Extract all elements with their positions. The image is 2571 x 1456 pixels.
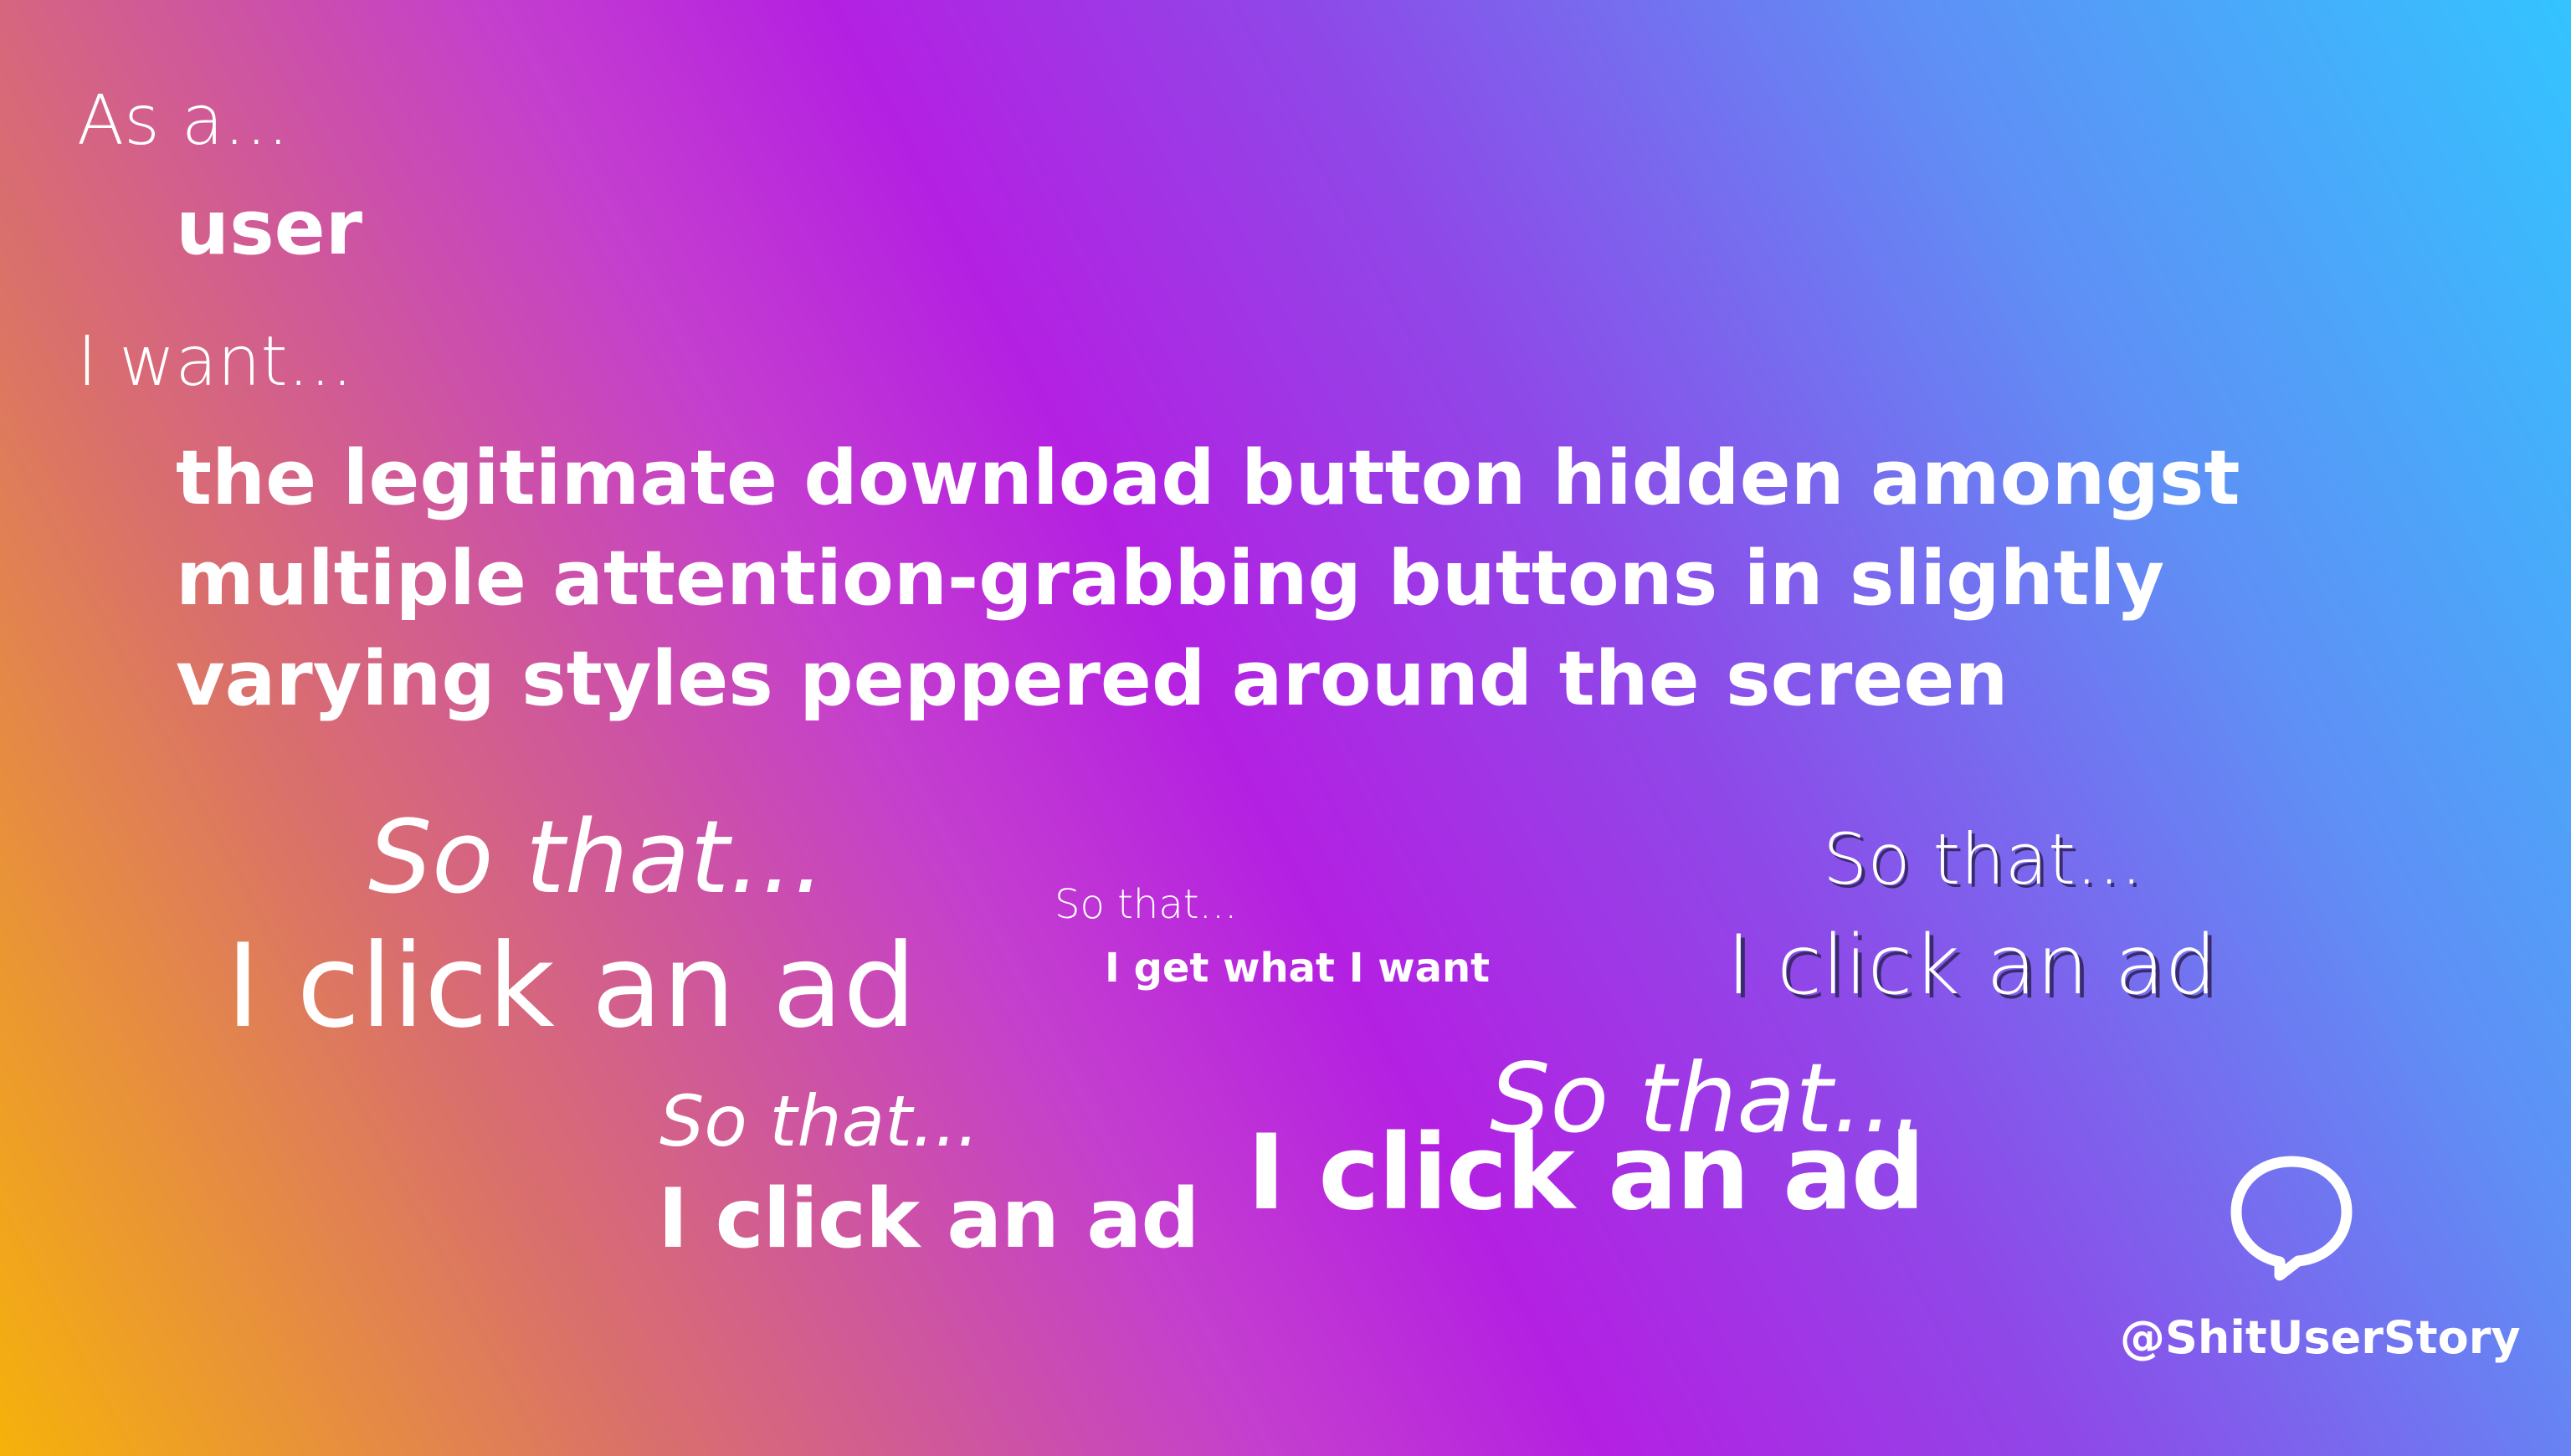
so-that-result: I click an ad: [226, 919, 916, 1054]
so-that-result: I get what I want: [1105, 945, 1491, 992]
so-that-label: So that...: [1055, 881, 1238, 928]
so-that-result: I click an ad: [658, 1171, 1200, 1267]
role-text: user: [176, 184, 363, 272]
want-text: the legitimate download button hidden am…: [176, 434, 2240, 723]
so-that-result: I click an ad: [1247, 1113, 1926, 1233]
i-want-label: I want...: [77, 322, 353, 402]
so-that-label: So that...: [659, 1080, 980, 1162]
speech-bubble-icon: [2230, 1156, 2353, 1281]
twitter-handle: @ShitUserStory: [2120, 1311, 2521, 1364]
so-that-label: So that...: [368, 800, 825, 916]
so-that-result: I click an ad: [1727, 918, 2217, 1013]
as-a-label: As a...: [77, 81, 290, 161]
so-that-label: So that...: [1823, 818, 2143, 900]
